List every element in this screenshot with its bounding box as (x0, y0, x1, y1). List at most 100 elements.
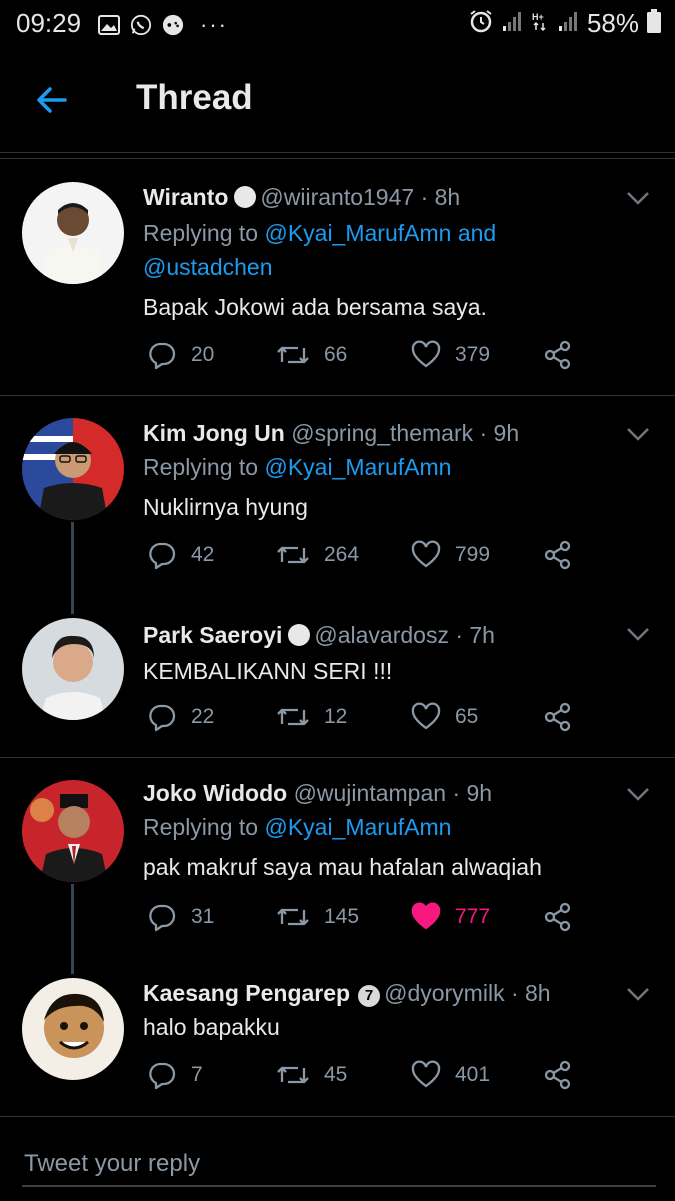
share-icon (544, 702, 571, 732)
tweet-time: · 8h (420, 184, 461, 210)
svg-text:H+: H+ (532, 12, 544, 22)
chevron-down-icon[interactable] (624, 420, 652, 448)
reply-icon (149, 342, 176, 370)
retweet-button[interactable]: 264 (276, 540, 359, 570)
tweet-time: · 9h (479, 420, 520, 446)
back-arrow-icon (37, 87, 67, 113)
mention-link[interactable]: @Kyai_MarufAmn (264, 814, 451, 840)
whatsapp-icon (130, 14, 152, 36)
avatar[interactable] (22, 978, 124, 1080)
reply-button[interactable]: 20 (147, 340, 214, 370)
replying-to-label: Replying to (143, 454, 265, 480)
share-button[interactable] (543, 340, 573, 370)
chevron-down-icon[interactable] (624, 184, 652, 212)
tweet-text: KEMBALIKANN SERI !!! (143, 658, 393, 684)
reply-icon (149, 1062, 176, 1090)
retweet-button[interactable]: 66 (276, 340, 347, 370)
divider (0, 395, 675, 396)
chevron-down-icon[interactable] (624, 780, 652, 808)
tweet-time: · 8h (510, 980, 551, 1006)
author-handle[interactable]: @alavardosz (314, 622, 449, 648)
replying-to: Replying to @Kyai_MarufAmn and @ustadche… (143, 216, 563, 284)
reply-button[interactable]: 7 (147, 1060, 203, 1090)
replying-to-label: Replying to (143, 814, 265, 840)
share-button[interactable] (543, 902, 573, 932)
share-button[interactable] (543, 702, 573, 732)
chevron-down-icon[interactable] (624, 620, 652, 648)
reply-count: 42 (191, 543, 215, 566)
thread-header: Thread (0, 48, 675, 153)
like-count: 65 (455, 705, 479, 728)
like-count: 777 (455, 905, 491, 928)
tweet-actions: 20 66 379 (143, 340, 583, 380)
author-handle[interactable]: @wujintampan (294, 780, 446, 806)
reply-count: 22 (191, 705, 215, 728)
heart-icon (411, 340, 441, 368)
verified-badge-icon (288, 624, 311, 646)
reply-bar (0, 1116, 675, 1201)
reply-icon (149, 704, 176, 732)
avatar[interactable] (22, 780, 124, 882)
like-button[interactable]: 65 (411, 702, 478, 732)
like-button[interactable]: 379 (411, 340, 490, 370)
reply-button[interactable]: 31 (147, 902, 214, 932)
reply-input[interactable] (22, 1143, 656, 1187)
tweet-text: halo bapakku (143, 1014, 280, 1040)
thread-connector (71, 522, 74, 614)
author-name[interactable]: Wiranto (143, 184, 228, 210)
status-bar: 09:29 ··· H+ 58% (0, 0, 675, 48)
tweet-time: · 7h (455, 622, 495, 648)
tweet-actions: 7 45 401 (143, 1060, 583, 1100)
retweet-button[interactable]: 12 (276, 702, 347, 732)
author-name[interactable]: Joko Widodo (143, 780, 287, 806)
retweet-count: 264 (324, 543, 360, 566)
header-divider (0, 158, 675, 159)
replying-to-label: Replying to (143, 220, 265, 246)
avatar[interactable] (22, 182, 124, 284)
heart-icon (411, 1060, 441, 1088)
like-button[interactable]: 799 (411, 540, 490, 570)
like-count: 401 (455, 1063, 491, 1086)
game-icon (162, 14, 184, 36)
author-name[interactable]: Kaesang Pengarep (143, 980, 350, 1006)
more-notifications-dots: ··· (200, 12, 228, 37)
retweet-count: 145 (324, 905, 360, 928)
like-button[interactable]: 401 (411, 1060, 490, 1090)
gallery-icon (98, 14, 120, 36)
share-icon (544, 340, 571, 370)
retweet-icon (277, 346, 309, 364)
replying-to: Replying to @Kyai_MarufAmn (143, 810, 563, 844)
author-name[interactable]: Park Saeroyi (143, 622, 282, 648)
tweet-text: pak makruf saya mau hafalan alwaqiah (143, 854, 542, 880)
share-button[interactable] (543, 540, 573, 570)
share-icon (544, 540, 571, 570)
reply-button[interactable]: 22 (147, 702, 214, 732)
reply-button[interactable]: 42 (147, 540, 214, 570)
heart-filled-icon (411, 902, 441, 930)
author-handle[interactable]: @spring_themark (291, 420, 473, 446)
retweet-count: 66 (324, 343, 348, 366)
heart-icon (411, 540, 441, 568)
avatar[interactable] (22, 618, 124, 720)
retweet-button[interactable]: 145 (276, 902, 359, 932)
retweet-button[interactable]: 45 (276, 1060, 347, 1090)
share-button[interactable] (543, 1060, 573, 1090)
mention-link[interactable]: @Kyai_MarufAmn (264, 454, 451, 480)
status-time: 09:29 (16, 8, 82, 38)
author-name[interactable]: Kim Jong Un (143, 420, 285, 446)
like-button[interactable]: 777 (411, 902, 490, 932)
chevron-down-icon[interactable] (624, 980, 652, 1008)
signal-icon (501, 10, 523, 37)
retweet-icon (277, 546, 309, 564)
tweet-actions: 22 12 65 (143, 702, 583, 742)
tweet-time: · 9h (452, 780, 493, 806)
thread-connector (71, 884, 74, 974)
avatar[interactable] (22, 418, 124, 520)
back-button[interactable] (32, 80, 72, 120)
page-title: Thread (136, 78, 253, 117)
author-handle[interactable]: @dyorymilk (384, 980, 504, 1006)
reply-count: 31 (191, 905, 215, 928)
like-count: 799 (455, 543, 491, 566)
author-handle[interactable]: @wiiranto1947 (260, 184, 414, 210)
retweet-icon (277, 708, 309, 726)
